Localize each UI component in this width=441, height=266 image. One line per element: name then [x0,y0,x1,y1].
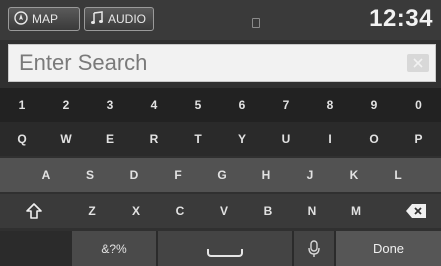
status-bar: MAP AUDIO 12:34 [0,0,441,40]
key-h[interactable]: H [244,158,288,192]
microphone-icon [308,239,320,257]
key-r[interactable]: R [132,122,176,156]
clear-button[interactable] [407,54,429,72]
key-4[interactable]: 4 [132,88,176,122]
search-input[interactable] [9,45,399,81]
key-e[interactable]: E [88,122,132,156]
key-2[interactable]: 2 [44,88,88,122]
shift-key[interactable] [14,194,54,228]
status-indicator [252,18,260,28]
key-1[interactable]: 1 [0,88,44,122]
music-note-icon [90,10,104,28]
map-tab[interactable]: MAP [8,7,80,31]
key-n[interactable]: N [290,194,334,228]
key-8[interactable]: 8 [308,88,352,122]
key-t[interactable]: T [176,122,220,156]
key-9[interactable]: 9 [352,88,396,122]
done-button[interactable]: Done [336,231,441,266]
audio-tab-label: AUDIO [108,12,147,26]
key-b[interactable]: B [246,194,290,228]
audio-tab[interactable]: AUDIO [84,7,154,31]
letter-row-top: Q W E R T Y U I O P [0,122,441,156]
function-row: &?% Done [0,231,441,266]
key-5[interactable]: 5 [176,88,220,122]
key-3[interactable]: 3 [88,88,132,122]
key-k[interactable]: K [332,158,376,192]
voice-input-key[interactable] [294,231,334,266]
letter-row-bottom: Z X C V B N M [0,194,441,228]
key-g[interactable]: G [200,158,244,192]
key-f[interactable]: F [156,158,200,192]
navigation-search-screen: MAP AUDIO 12:34 1 2 3 4 5 6 7 8 9 0 [0,0,441,266]
key-m[interactable]: M [334,194,378,228]
key-y[interactable]: Y [220,122,264,156]
key-6[interactable]: 6 [220,88,264,122]
space-icon [207,248,243,257]
space-key[interactable] [158,231,292,266]
key-7[interactable]: 7 [264,88,308,122]
key-c[interactable]: C [158,194,202,228]
backspace-key[interactable] [396,194,436,228]
key-w[interactable]: W [44,122,88,156]
key-u[interactable]: U [264,122,308,156]
search-field [8,44,436,82]
letter-row-home: A S D F G H J K L [0,158,441,192]
clear-icon [413,58,423,68]
key-s[interactable]: S [68,158,112,192]
symbols-key[interactable]: &?% [72,231,156,266]
on-screen-keyboard: 1 2 3 4 5 6 7 8 9 0 Q W E R T Y U I O P … [0,88,441,266]
key-q[interactable]: Q [0,122,44,156]
key-o[interactable]: O [352,122,396,156]
map-tab-label: MAP [32,12,59,26]
clock: 12:34 [369,5,433,32]
key-l[interactable]: L [376,158,420,192]
key-x[interactable]: X [114,194,158,228]
backspace-icon [406,204,426,218]
key-d[interactable]: D [112,158,156,192]
number-row: 1 2 3 4 5 6 7 8 9 0 [0,88,441,122]
key-0[interactable]: 0 [396,88,441,122]
key-j[interactable]: J [288,158,332,192]
key-p[interactable]: P [396,122,441,156]
key-i[interactable]: I [308,122,352,156]
key-v[interactable]: V [202,194,246,228]
compass-icon [14,10,28,28]
key-z[interactable]: Z [70,194,114,228]
shift-icon [26,203,42,219]
key-a[interactable]: A [24,158,68,192]
